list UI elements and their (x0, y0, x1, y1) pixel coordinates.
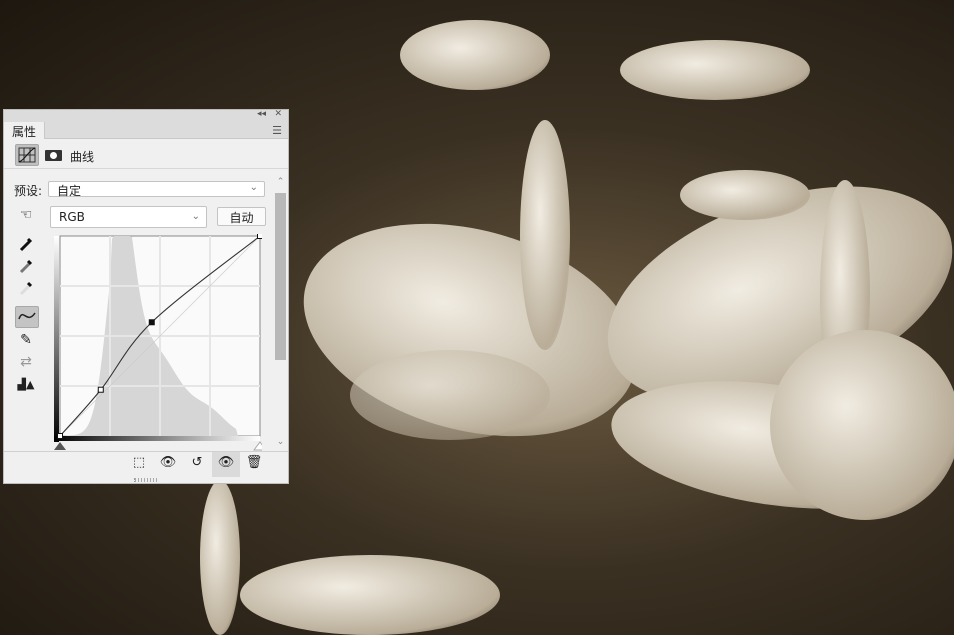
smooth-curve-icon[interactable]: ⇄ (15, 354, 37, 374)
resize-grip[interactable] (134, 478, 158, 482)
curve-point[interactable] (57, 433, 63, 439)
white-eyedropper-icon[interactable] (15, 280, 37, 300)
pencil-icon[interactable]: ✎ (15, 332, 37, 352)
black-point-slider[interactable] (54, 442, 66, 450)
black-eyedropper-icon[interactable] (15, 236, 37, 256)
view-previous-state-icon[interactable]: 👁 (156, 455, 180, 475)
reset-icon[interactable]: ↺ (185, 455, 209, 475)
target-adjust-hand-icon[interactable]: ☜ (15, 207, 37, 227)
auto-button[interactable]: 自动 (217, 207, 266, 226)
panel-scrollbar[interactable]: ⌃ ⌄ (275, 177, 286, 447)
curve-point-tool-icon[interactable] (15, 306, 39, 328)
clipping-warning-icon[interactable]: ▟▲ (15, 378, 37, 398)
tab-properties[interactable]: 属性 (4, 122, 45, 139)
chevron-down-icon: ⌄ (191, 211, 200, 222)
channel-value: RGB (59, 210, 85, 224)
output-gradient-bar (54, 436, 260, 441)
preset-dropdown[interactable]: 自定 ⌄ (48, 181, 265, 198)
curve-point[interactable] (257, 234, 263, 239)
delete-icon[interactable]: 🗑 (242, 455, 266, 475)
panel-header-title: 曲线 (70, 150, 95, 164)
close-icon[interactable]: ✕ (274, 109, 282, 119)
curve-point[interactable] (97, 386, 104, 393)
panel-menu-icon[interactable]: ☰ (272, 124, 282, 137)
preset-label: 预设: (14, 184, 43, 198)
input-gradient-bar (54, 236, 59, 442)
white-point-slider[interactable] (253, 441, 262, 451)
clip-to-layer-icon[interactable]: ⬚ (127, 455, 151, 475)
collapse-icon[interactable]: ◂◂ (257, 109, 266, 119)
chevron-down-icon: ⌄ (249, 182, 258, 193)
mask-icon[interactable] (45, 150, 62, 161)
curve-graph[interactable] (50, 234, 262, 452)
gray-eyedropper-icon[interactable] (15, 258, 37, 278)
panel-titlebar: ◂◂ ✕ (4, 109, 288, 122)
preset-value: 自定 (57, 184, 82, 198)
scroll-up-icon[interactable]: ⌃ (275, 177, 286, 187)
properties-panel: ◂◂ ✕ 属性 ☰ 曲线 预设: 自定 ⌄ ☜ RGB ⌄ 自动 ✎ ⇄ ▟▲ ⌃ … (3, 109, 289, 484)
scroll-thumb[interactable] (275, 193, 286, 360)
curve-point[interactable] (148, 319, 155, 326)
channel-dropdown[interactable]: RGB ⌄ (50, 206, 207, 228)
curves-adjustment-icon[interactable] (15, 144, 39, 166)
scroll-down-icon[interactable]: ⌄ (275, 437, 286, 447)
toggle-visibility-icon[interactable]: 👁 (212, 452, 240, 477)
